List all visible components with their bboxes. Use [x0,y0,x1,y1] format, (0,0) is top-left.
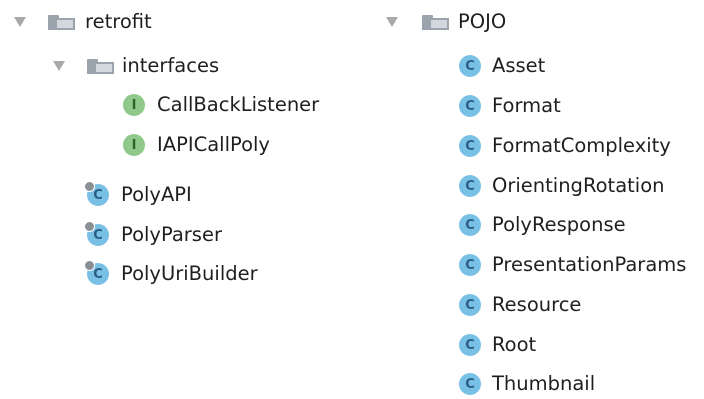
tree-node-label: PolyAPI [121,183,192,206]
tree-node-label: CallBackListener [157,93,320,116]
tree-node-class[interactable]: C OrientingRotation [370,171,700,201]
modifier-icon [84,221,95,232]
class-icon: C [459,95,481,117]
interface-icon: I [123,94,145,116]
tree-node-class[interactable]: C PolyResponse [370,210,700,240]
class-icon: C [459,175,481,197]
class-icon: C [459,135,481,157]
tree-node-pojo[interactable]: POJO [370,7,700,37]
tree-node-retrofit[interactable]: retrofit [0,7,340,37]
tree-node-label: Root [492,333,537,356]
tree-node-class[interactable]: C PolyParser [0,220,340,250]
tree-node-class[interactable]: C Format [370,91,700,121]
tree-node-label: PolyParser [121,223,222,246]
tree-node-label: retrofit [85,10,152,33]
modifier-icon [84,260,95,271]
tree-node-label: Resource [492,293,582,316]
tree-node-label: OrientingRotation [492,174,665,197]
class-icon: C [459,55,481,77]
class-icon: C [459,373,481,395]
interface-icon: I [123,134,145,156]
class-letter: C [93,266,103,282]
package-folder-icon [86,59,116,74]
class-letter: C [93,227,103,243]
class-icon: C [84,260,109,285]
tree-node-class[interactable]: C PolyAPI [0,180,340,210]
tree-node-label: Format [492,94,561,117]
tree-node-label: interfaces [122,54,220,77]
package-folder-icon [47,15,77,30]
chevron-down-icon[interactable] [53,61,65,71]
chevron-down-icon[interactable] [14,17,26,27]
class-icon: C [459,334,481,356]
tree-node-class[interactable]: C FormatComplexity [370,131,700,161]
tree-node-label: PresentationParams [492,253,687,276]
tree-node-class[interactable]: C PresentationParams [370,250,700,280]
tree-node-class[interactable]: C Resource [370,290,700,320]
tree-node-class[interactable]: C PolyUriBuilder [0,259,340,289]
tree-node-label: Asset [492,54,546,77]
tree-node-label: Thumbnail [492,372,596,395]
tree-node-class[interactable]: C Root [370,330,700,360]
tree-node-label: FormatComplexity [492,134,671,157]
class-icon: C [459,294,481,316]
tree-node-label: POJO [458,10,507,33]
tree-node-interface[interactable]: I CallBackListener [0,90,340,120]
tree-node-class[interactable]: C Thumbnail [370,369,700,399]
class-icon: C [459,214,481,236]
tree-node-interfaces[interactable]: interfaces [0,51,340,81]
class-icon: C [84,221,109,246]
class-icon: C [84,181,109,206]
class-icon: C [459,254,481,276]
class-letter: C [93,187,103,203]
modifier-icon [84,181,95,192]
tree-node-interface[interactable]: I IAPICallPoly [0,130,340,160]
tree-node-label: PolyUriBuilder [121,262,258,285]
tree-node-label: PolyResponse [492,213,626,236]
tree-node-label: IAPICallPoly [157,133,270,156]
chevron-down-icon[interactable] [386,17,398,27]
package-folder-icon [421,15,451,30]
tree-node-class[interactable]: C Asset [370,51,700,81]
